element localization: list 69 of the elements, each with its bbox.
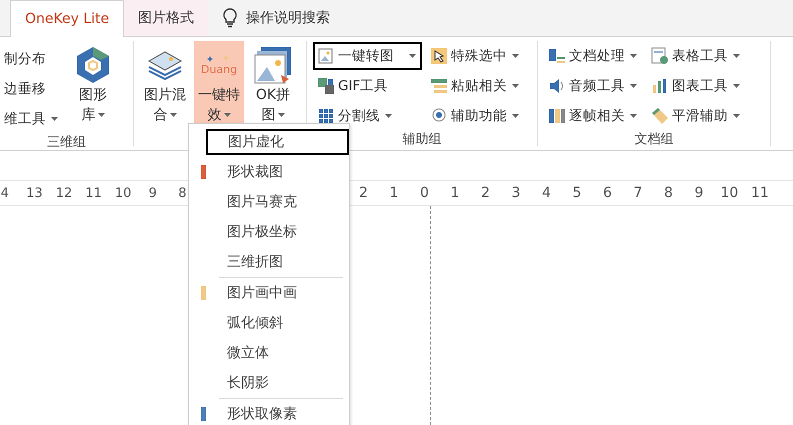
lightbulb-icon [222, 8, 238, 28]
ruler-number: 0 [418, 185, 430, 201]
ribbon-button[interactable]: 边垂移 [0, 75, 64, 103]
menu-item[interactable]: 弧化倾斜 [227, 314, 283, 332]
ruler-number: 10 [719, 185, 740, 201]
ribbon-button[interactable]: 图片混合 [140, 41, 190, 126]
ruler-number: 1 [388, 185, 400, 201]
ruler-number: 6 [602, 185, 613, 201]
ruler-number: 1 [449, 185, 460, 201]
menu-item[interactable]: 三维折图 [227, 253, 283, 271]
ruler-number: 7 [632, 185, 644, 201]
ruler-number: 11 [84, 186, 103, 200]
menu-item[interactable]: 形状裁图 [227, 163, 283, 181]
ribbon-button[interactable]: 特殊选中 [426, 42, 525, 70]
menu-item[interactable]: 形状取像素 [227, 405, 297, 423]
diamond-icon [651, 107, 669, 125]
ruler-number: 3 [510, 185, 522, 201]
frames-icon [548, 107, 566, 125]
group-label: 文档组 [634, 131, 674, 148]
ribbon-button[interactable]: 粘贴相关 [426, 72, 525, 100]
ruler-number: 2 [480, 185, 491, 201]
table-icon [651, 47, 669, 65]
menu-item[interactable]: 微立体 [227, 344, 269, 362]
ruler-number: 9 [148, 186, 158, 200]
ribbon-button[interactable]: 一键转图 [313, 42, 422, 70]
ruler-number: 5 [571, 185, 582, 201]
ruler-number: 8 [177, 186, 188, 200]
ribbon-button[interactable]: 制分布 [0, 45, 64, 73]
ribbon-button[interactable]: 维工具 [0, 105, 64, 133]
ribbon-button[interactable]: 逐帧相关 [544, 102, 643, 130]
document-icon [548, 47, 566, 65]
ruler-number: 10 [114, 186, 132, 200]
ribbon-tab[interactable]: OneKey Lite [10, 0, 124, 37]
search-tab[interactable]: 操作说明搜索 [208, 0, 344, 36]
ribbon-button[interactable]: 图表工具 [647, 72, 746, 100]
ribbon-button[interactable]: 平滑辅助 [647, 102, 746, 130]
gif-icon [317, 77, 335, 95]
photos-icon [253, 45, 293, 85]
ruler-number: 13 [25, 186, 44, 200]
ruler-number: 9 [693, 185, 704, 201]
ruler-number: 4 [540, 185, 552, 201]
speaker-icon [548, 77, 566, 95]
menu-item[interactable]: 图片马赛克 [227, 193, 297, 211]
ruler-number: 11 [750, 185, 770, 201]
menu-item[interactable]: 图片画中画 [227, 284, 297, 302]
ribbon-button[interactable]: GIF工具 [313, 72, 422, 100]
bar-chart-icon [651, 77, 669, 95]
ribbon-button[interactable]: 文档处理 [544, 42, 643, 70]
ruler-number: 2 [358, 185, 369, 201]
ribbon-button[interactable]: OK拼图 [248, 41, 298, 126]
group-label: 三维组 [46, 134, 87, 151]
cursor-icon [430, 47, 448, 65]
paste-icon [430, 77, 448, 95]
menu-item[interactable]: 图片虚化 [206, 129, 349, 155]
group-label: 辅助组 [402, 131, 442, 148]
ribbon-button[interactable]: Duang 一键特效 [194, 41, 244, 126]
ribbon-button[interactable]: 音频工具 [544, 72, 643, 100]
grid-icon [317, 107, 335, 125]
picture-icon [317, 47, 335, 65]
ribbon-button[interactable]: 表格工具 [647, 42, 746, 70]
ribbon-button[interactable]: 分割线 [313, 102, 422, 130]
ribbon-button[interactable]: 辅助功能 [426, 102, 525, 130]
ribbon-button[interactable]: 图形库 [68, 41, 118, 133]
ruler-number: 4 [0, 186, 10, 200]
ruler-number: 12 [54, 186, 74, 200]
ribbon-tab[interactable]: 图片格式 [124, 0, 208, 36]
menu-item[interactable]: 长阴影 [227, 374, 269, 392]
menu-item[interactable]: 图片极坐标 [227, 223, 297, 241]
ruler-number: 8 [662, 185, 674, 201]
